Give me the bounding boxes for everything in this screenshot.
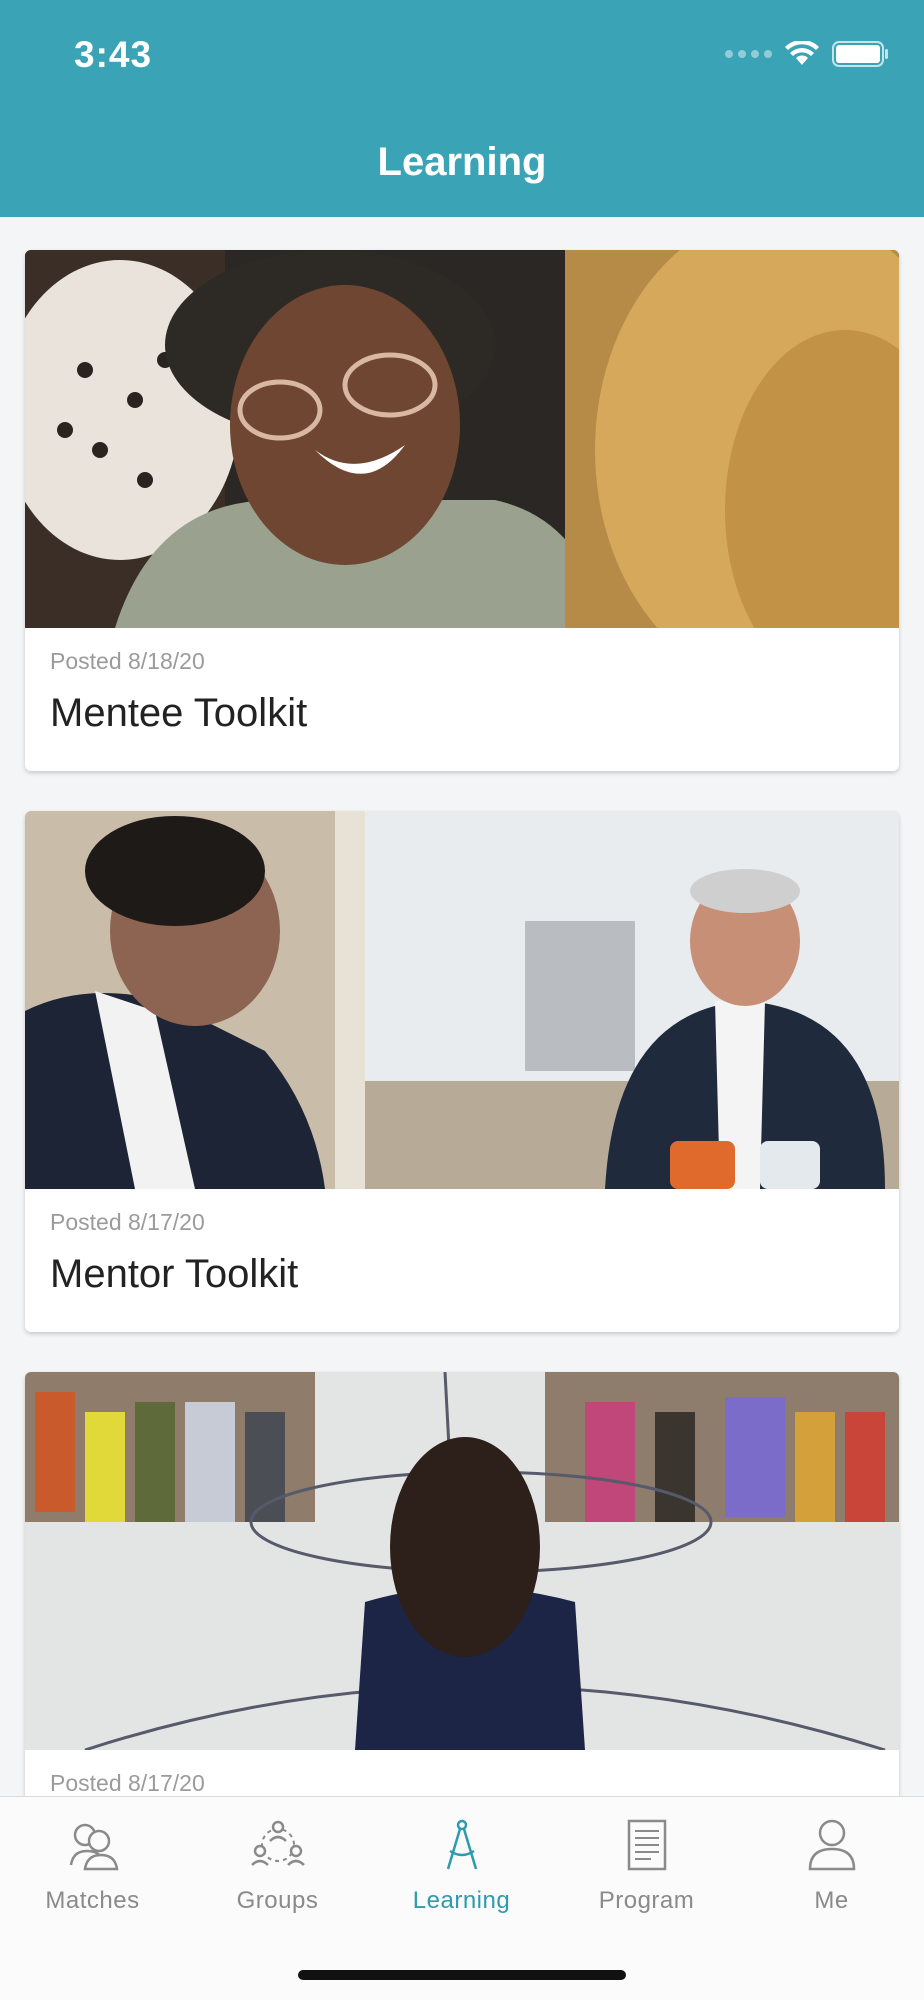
tab-label: Me: [814, 1887, 849, 1914]
cellular-signal-icon: [725, 50, 772, 58]
tab-groups[interactable]: Groups: [185, 1815, 370, 1915]
tab-program[interactable]: Program: [554, 1815, 739, 1915]
tab-matches[interactable]: Matches: [0, 1815, 185, 1915]
learning-feed[interactable]: Posted 8/18/20 Mentee Toolkit Posted 8/1…: [0, 217, 924, 1796]
card-image: [25, 1372, 899, 1750]
card-posted-date: Posted 8/17/20: [50, 1770, 205, 1796]
tab-label: Learning: [412, 1887, 511, 1914]
card-posted-date: Posted 8/18/20: [50, 648, 205, 674]
groups-icon: [250, 1820, 305, 1866]
tab-label: Groups: [236, 1887, 319, 1914]
learning-card[interactable]: Posted 8/17/20: [25, 1372, 899, 1796]
card-title[interactable]: Mentor Toolkit: [50, 1252, 899, 1297]
card-title[interactable]: Mentee Toolkit: [50, 691, 899, 736]
status-time: 3:43: [74, 34, 153, 75]
tab-learning[interactable]: Learning: [369, 1815, 554, 1915]
tab-me[interactable]: Me: [739, 1815, 924, 1915]
tab-label: Matches: [45, 1887, 140, 1914]
person-icon: [808, 1819, 855, 1871]
learning-card[interactable]: Posted 8/18/20 Mentee Toolkit: [25, 250, 899, 771]
app-header: 3:43 Learning: [0, 0, 924, 217]
document-icon: [627, 1819, 666, 1871]
wifi-icon: [785, 41, 819, 65]
status-icons: [725, 40, 890, 68]
compass-icon: [446, 1819, 477, 1870]
card-image: [25, 250, 899, 628]
matches-icon: [69, 1823, 118, 1871]
battery-icon: [832, 41, 888, 67]
page-title: Learning: [377, 140, 547, 184]
card-image: [25, 811, 899, 1189]
tab-label: Program: [598, 1887, 695, 1914]
card-posted-date: Posted 8/17/20: [50, 1209, 205, 1235]
home-indicator: [298, 1970, 626, 1980]
learning-card[interactable]: Posted 8/17/20 Mentor Toolkit: [25, 811, 899, 1332]
